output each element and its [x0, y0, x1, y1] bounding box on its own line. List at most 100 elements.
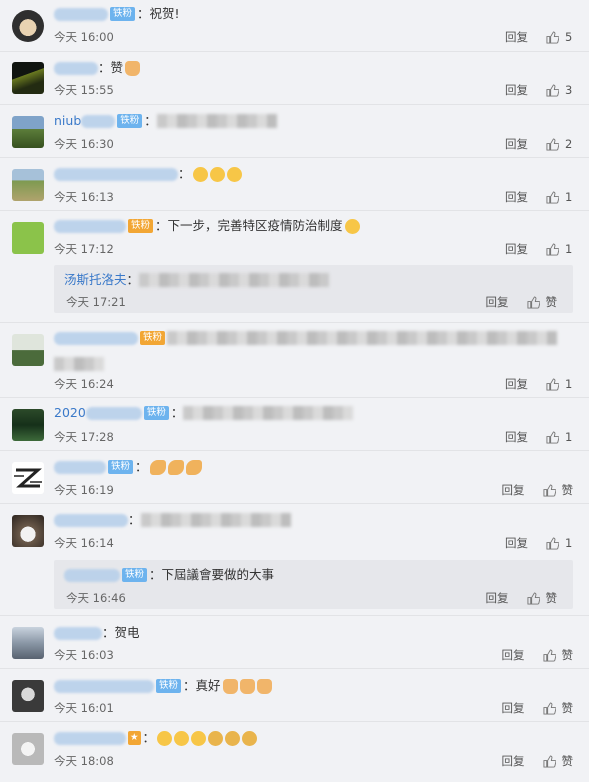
comment-actions: 回复 3 — [505, 82, 573, 98]
user-avatar[interactable] — [12, 62, 44, 94]
user-avatar[interactable] — [12, 169, 44, 201]
reply-button[interactable]: 回复 — [505, 535, 528, 551]
reply-button[interactable]: 回复 — [505, 376, 528, 392]
comment-item: 铁粉 ：下一步，完善特区疫情防治制度 今天 17:12 回复 1 汤斯托洛夫 ：… — [0, 210, 589, 323]
vip-badge-icon: ★ — [128, 731, 141, 745]
like-button[interactable]: 赞 — [542, 753, 574, 769]
like-count: 1 — [565, 430, 573, 444]
thumbs-up-icon — [546, 190, 559, 204]
thumbs-up-emoji-icon — [256, 678, 272, 694]
comment-time: 今天 17:28 — [54, 430, 114, 444]
fan-badge: 铁粉 — [108, 460, 134, 474]
like-button[interactable]: 3 — [546, 83, 573, 97]
comment-line: ： — [54, 511, 291, 529]
thumbs-up-icon — [546, 30, 559, 44]
sub-reply: 铁粉 ：下屆議會要做的大事 今天 16:46 回复 赞 — [54, 560, 573, 609]
like-button[interactable]: 赞 — [542, 700, 573, 716]
user-name[interactable] — [54, 460, 106, 474]
user-avatar[interactable] — [12, 334, 44, 366]
user-avatar[interactable] — [12, 222, 44, 254]
reply-button[interactable]: 回复 — [486, 294, 509, 310]
like-count: 5 — [565, 30, 573, 44]
comment-time: 今天 17:12 — [54, 242, 114, 256]
user-name[interactable]: 2020 — [54, 404, 86, 422]
sub-reply-user-name[interactable]: 汤斯托洛夫 — [64, 271, 127, 289]
user-name[interactable]: niub — [54, 112, 81, 130]
like-button[interactable]: 1 — [546, 377, 573, 391]
sub-reply-actions: 回复 赞 — [486, 294, 558, 310]
comment-item: ：赞 今天 15:55 回复 3 — [0, 51, 589, 105]
user-avatar[interactable] — [12, 627, 44, 659]
flex-emoji-icon — [185, 459, 202, 475]
flex-emoji-icon — [167, 459, 184, 475]
reply-button[interactable]: 回复 — [505, 82, 528, 98]
comment-actions: 回复 2 — [505, 136, 573, 152]
like-button[interactable]: 5 — [546, 30, 573, 44]
like-button[interactable]: 赞 — [542, 647, 573, 663]
user-avatar[interactable] — [12, 10, 44, 42]
reply-button[interactable]: 回复 — [502, 700, 525, 716]
emoji-icon — [209, 166, 225, 182]
like-button[interactable]: 赞 — [542, 482, 573, 498]
comment-text: ：真好 — [183, 678, 221, 693]
like-label: 赞 — [545, 591, 558, 605]
like-button[interactable]: 1 — [546, 430, 573, 444]
emoji-icon — [192, 166, 208, 182]
like-button[interactable]: 1 — [546, 242, 573, 256]
user-avatar[interactable] — [12, 462, 44, 494]
like-button[interactable]: 2 — [546, 137, 573, 151]
like-count: 1 — [565, 242, 573, 256]
like-button[interactable]: 赞 — [526, 294, 558, 310]
sub-reply-actions: 回复 赞 — [486, 590, 558, 606]
blurred-text — [167, 331, 558, 345]
user-name[interactable] — [54, 331, 138, 345]
reply-button[interactable]: 回复 — [505, 29, 528, 45]
comment-line: 铁粉 — [54, 331, 558, 345]
user-name[interactable] — [54, 219, 126, 233]
comment-actions: 回复 1 — [505, 376, 573, 392]
user-avatar[interactable] — [12, 116, 44, 148]
user-name[interactable] — [54, 731, 126, 745]
like-count: 3 — [565, 83, 573, 97]
reply-button[interactable]: 回复 — [486, 590, 509, 606]
like-button[interactable]: 赞 — [526, 590, 558, 606]
like-count: 1 — [565, 377, 573, 391]
user-name[interactable] — [54, 61, 98, 75]
like-label: 赞 — [561, 754, 574, 768]
reply-button[interactable]: 回复 — [502, 647, 525, 663]
comment-actions: 回复 1 — [505, 241, 573, 257]
user-name[interactable] — [54, 7, 108, 21]
thumbs-up-icon — [546, 83, 559, 97]
user-name[interactable] — [54, 167, 178, 181]
comment-line: 铁粉 ：祝贺! — [54, 5, 180, 23]
like-count: 1 — [565, 536, 573, 550]
reply-button[interactable]: 回复 — [502, 482, 525, 498]
reply-button[interactable]: 回复 — [505, 136, 528, 152]
reply-button[interactable]: 回复 — [505, 241, 528, 257]
like-button[interactable]: 1 — [546, 536, 573, 550]
user-name[interactable] — [54, 626, 102, 640]
reply-button[interactable]: 回复 — [502, 753, 525, 769]
comment-item: 铁粉 ： 今天 16:19 回复 赞 — [0, 450, 589, 504]
user-name[interactable] — [54, 679, 154, 693]
comment-text: ：下一步，完善特区疫情防治制度 — [155, 218, 343, 233]
user-name[interactable] — [54, 513, 128, 527]
like-label: 赞 — [545, 295, 558, 309]
user-avatar[interactable] — [12, 409, 44, 441]
thumbs-up-icon — [546, 137, 559, 151]
emoji-icon — [208, 730, 224, 746]
user-avatar[interactable] — [12, 733, 44, 765]
comment-time: 今天 16:14 — [54, 536, 114, 550]
like-button[interactable]: 1 — [546, 190, 573, 204]
user-avatar[interactable] — [12, 515, 44, 547]
sub-reply-user-name[interactable] — [64, 568, 120, 582]
reply-button[interactable]: 回复 — [505, 189, 528, 205]
comment-item: 2020 铁粉 ： 今天 17:28 回复 1 — [0, 397, 589, 451]
thumbs-up-icon — [542, 701, 556, 715]
user-avatar[interactable] — [12, 680, 44, 712]
reply-button[interactable]: 回复 — [505, 429, 528, 445]
comment-line: 铁粉 ：下一步，完善特区疫情防治制度 — [54, 217, 360, 235]
z-logo-icon — [14, 468, 42, 488]
thumbs-up-icon — [542, 483, 556, 497]
comment-actions: 回复 赞 — [502, 482, 574, 498]
